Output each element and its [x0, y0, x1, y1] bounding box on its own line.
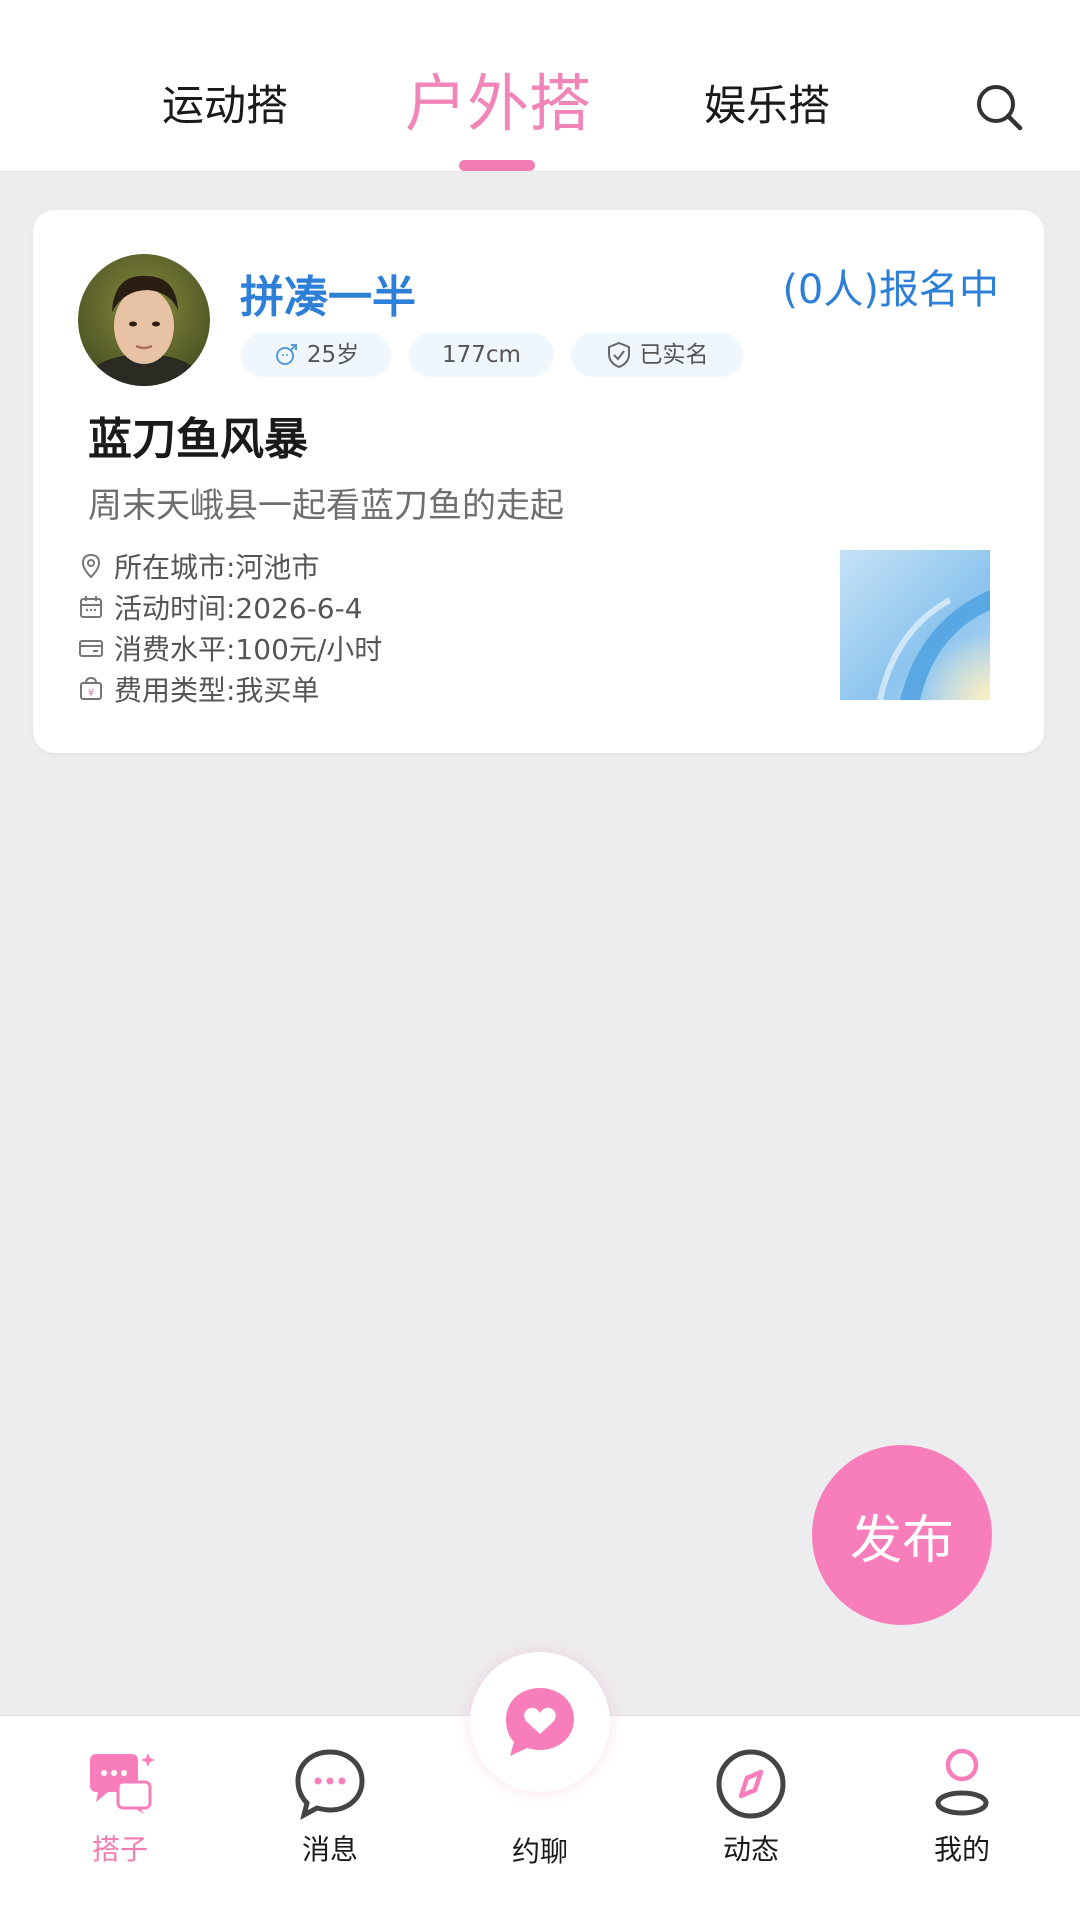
calendar-icon: [80, 596, 102, 618]
nav-label-dazi: 搭子: [91, 1833, 148, 1866]
pay-row: ¥ 费用类型:我买单: [78, 669, 319, 709]
nav-label-me: 我的: [933, 1833, 990, 1866]
avatar[interactable]: [78, 254, 210, 386]
signup-status: (0人)报名中: [782, 267, 999, 313]
activity-title: 蓝刀鱼风暴: [88, 414, 308, 465]
shield-icon: [607, 341, 630, 369]
top-tab-bar: 运动搭 户外搭 娱乐搭: [0, 0, 1080, 172]
city-row: 所在城市:河池市: [78, 546, 319, 586]
wallet-yuan-icon: ¥: [80, 676, 102, 700]
publish-button[interactable]: 发布: [812, 1445, 992, 1625]
chat-bubbles-icon: [90, 1753, 155, 1814]
heart-chat-icon: [506, 1688, 574, 1756]
activity-description: 周末天峨县一起看蓝刀鱼的走起: [88, 486, 564, 526]
nav-item-me[interactable]: 我的: [892, 1716, 1032, 1921]
nav-item-dazi[interactable]: 搭子: [50, 1716, 190, 1921]
pay-text: 费用类型:我买单: [114, 674, 320, 707]
nav-label-messages: 消息: [301, 1833, 358, 1866]
nav-item-messages[interactable]: 消息: [260, 1716, 400, 1921]
height-text: 177cm: [442, 342, 521, 368]
svg-text:¥: ¥: [88, 688, 94, 699]
user-icon: [935, 1748, 989, 1816]
tab-outdoor[interactable]: 户外搭: [405, 66, 591, 142]
nav-label-dating: 约聊: [511, 1835, 568, 1868]
male-icon: [275, 344, 297, 365]
time-row: 活动时间:2026-6-4: [78, 587, 363, 627]
tab-sports[interactable]: 运动搭: [162, 78, 288, 134]
activity-image[interactable]: [840, 550, 990, 700]
cost-text: 消费水平:100元/小时: [114, 633, 383, 666]
age-text: 25岁: [306, 342, 360, 368]
age-tag: 25岁: [241, 333, 391, 377]
search-icon: [977, 85, 1023, 131]
cost-row: 消费水平:100元/小时: [78, 628, 382, 668]
card-icon: [79, 640, 103, 657]
city-text: 所在城市:河池市: [114, 551, 320, 584]
verified-text: 已实名: [639, 342, 709, 368]
activity-card[interactable]: 拼凑一半 (0人)报名中 25岁 177cm 已实名 蓝刀鱼风暴 周末天峨县一起…: [33, 210, 1044, 753]
username[interactable]: 拼凑一半: [240, 268, 416, 328]
height-tag: 177cm: [409, 333, 554, 377]
time-text: 活动时间:2026-6-4: [114, 592, 363, 625]
message-dots-icon: [295, 1749, 365, 1820]
active-tab-indicator: [459, 160, 535, 171]
dating-center-button[interactable]: [470, 1652, 610, 1792]
nav-label-dynamic: 动态: [722, 1833, 779, 1866]
compass-icon: [716, 1749, 786, 1819]
tab-entertainment[interactable]: 娱乐搭: [704, 78, 830, 134]
location-pin-icon: [81, 553, 101, 579]
nav-item-dynamic[interactable]: 动态: [681, 1716, 821, 1921]
verified-tag: 已实名: [571, 333, 743, 377]
search-button[interactable]: [972, 80, 1026, 134]
